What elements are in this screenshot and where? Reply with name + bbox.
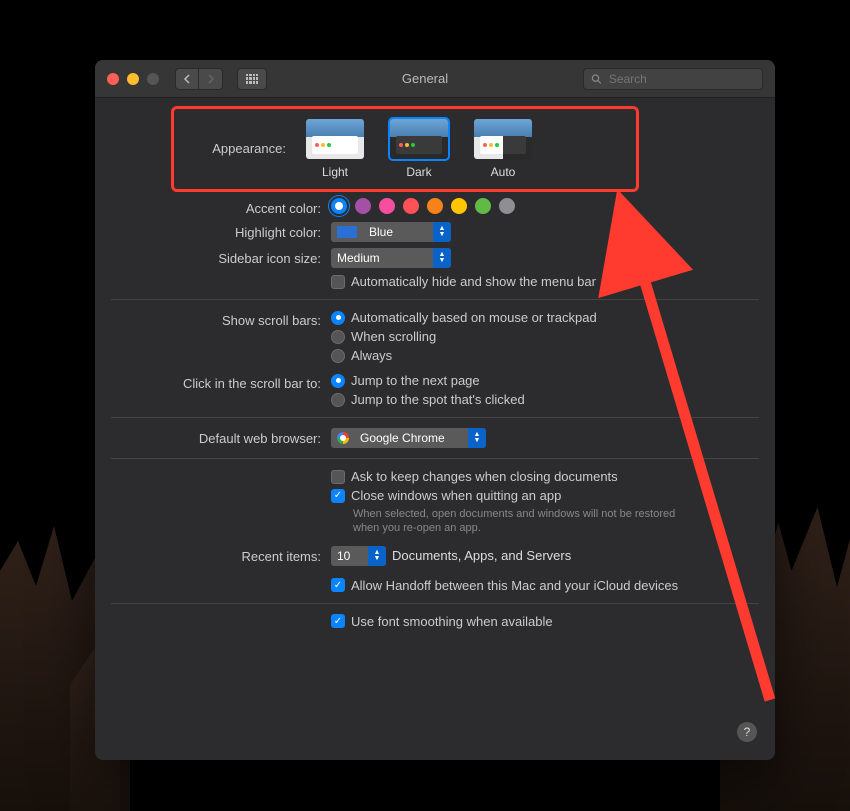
chevron-updown-icon: ▲▼ [433, 222, 451, 242]
scrollclick-option[interactable]: Jump to the next page [331, 373, 759, 388]
zoom-window-button[interactable] [147, 73, 159, 85]
accent-color-swatch[interactable] [475, 198, 491, 214]
default-browser-label: Default web browser: [111, 428, 331, 446]
radio-icon [331, 374, 345, 388]
recent-items-value: 10 [337, 549, 350, 563]
font-smoothing-label: Use font smoothing when available [351, 614, 553, 629]
traffic-lights [107, 73, 159, 85]
scrollbars-option[interactable]: Always [331, 348, 759, 363]
radio-icon [331, 349, 345, 363]
handoff-label: Allow Handoff between this Mac and your … [351, 578, 678, 593]
scrollclick-label: Click in the scroll bar to: [111, 373, 331, 391]
highlight-color-dropdown[interactable]: Blue ▲▼ [331, 222, 451, 242]
scrollbars-option[interactable]: Automatically based on mouse or trackpad [331, 310, 759, 325]
menubar-autohide-label: Automatically hide and show the menu bar [351, 274, 596, 289]
appearance-option-auto[interactable]: Auto [472, 117, 534, 179]
appearance-highlight-annotation: Appearance: Light Dark Auto [171, 106, 639, 192]
default-browser-value: Google Chrome [360, 431, 445, 445]
chevron-updown-icon: ▲▼ [368, 546, 386, 566]
appearance-option-label: Auto [491, 165, 516, 179]
appearance-option-label: Dark [406, 165, 431, 179]
checkbox-icon [331, 470, 345, 484]
grid-icon [246, 74, 258, 84]
appearance-option-dark[interactable]: Dark [388, 117, 450, 179]
close-windows-note: When selected, open documents and window… [353, 507, 693, 536]
window-title: General [275, 71, 575, 86]
accent-color-swatch[interactable] [355, 198, 371, 214]
content-pane: Appearance: Light Dark Auto Accent color… [95, 98, 775, 760]
chevron-updown-icon: ▲▼ [433, 248, 451, 268]
scrollbars-option[interactable]: When scrolling [331, 329, 759, 344]
radio-icon [331, 330, 345, 344]
close-window-button[interactable] [107, 73, 119, 85]
highlight-color-value: Blue [369, 225, 393, 239]
back-button[interactable] [175, 68, 199, 90]
radio-icon [331, 393, 345, 407]
ask-keep-changes-checkbox[interactable]: Ask to keep changes when closing documen… [331, 469, 759, 484]
preferences-window: General Appearance: Light Dark Auto [95, 60, 775, 760]
radio-icon [331, 311, 345, 325]
chevron-updown-icon: ▲▼ [468, 428, 486, 448]
minimize-window-button[interactable] [127, 73, 139, 85]
accent-color-swatches [331, 198, 759, 214]
scrollbars-option-label: Always [351, 348, 392, 363]
checkbox-icon [331, 275, 345, 289]
scrollclick-option[interactable]: Jump to the spot that's clicked [331, 392, 759, 407]
chrome-icon [337, 432, 349, 444]
recent-items-suffix: Documents, Apps, and Servers [392, 548, 571, 563]
help-button[interactable]: ? [737, 722, 757, 742]
checkbox-icon: ✓ [331, 614, 345, 628]
show-all-button[interactable] [237, 68, 267, 90]
recent-items-label: Recent items: [111, 546, 331, 564]
scrollbars-label: Show scroll bars: [111, 310, 331, 328]
appearance-option-light[interactable]: Light [304, 117, 366, 179]
accent-color-swatch[interactable] [427, 198, 443, 214]
accent-color-swatch[interactable] [379, 198, 395, 214]
checkbox-icon: ✓ [331, 578, 345, 592]
accent-color-swatch[interactable] [499, 198, 515, 214]
menubar-autohide-checkbox[interactable]: Automatically hide and show the menu bar [331, 274, 759, 289]
recent-items-dropdown[interactable]: 10 ▲▼ [331, 546, 386, 566]
accent-color-swatch[interactable] [403, 198, 419, 214]
appearance-options: Light Dark Auto [304, 117, 534, 179]
sidebar-size-label: Sidebar icon size: [111, 248, 331, 266]
sidebar-size-value: Medium [337, 251, 380, 265]
color-swatch-icon [337, 226, 357, 238]
accent-color-swatch[interactable] [331, 198, 347, 214]
close-windows-checkbox[interactable]: ✓ Close windows when quitting an app [331, 488, 759, 503]
accent-color-swatch[interactable] [451, 198, 467, 214]
search-field[interactable] [583, 68, 763, 90]
search-icon [591, 73, 602, 85]
sidebar-size-dropdown[interactable]: Medium ▲▼ [331, 248, 451, 268]
font-smoothing-checkbox[interactable]: ✓ Use font smoothing when available [331, 614, 759, 629]
default-browser-dropdown[interactable]: Google Chrome ▲▼ [331, 428, 486, 448]
appearance-option-label: Light [322, 165, 348, 179]
scrollbars-option-label: Automatically based on mouse or trackpad [351, 310, 597, 325]
search-input[interactable] [607, 71, 755, 87]
checkbox-icon: ✓ [331, 489, 345, 503]
forward-button[interactable] [199, 68, 223, 90]
close-windows-label: Close windows when quitting an app [351, 488, 561, 503]
titlebar: General [95, 60, 775, 98]
scrollclick-option-label: Jump to the spot that's clicked [351, 392, 525, 407]
ask-keep-changes-label: Ask to keep changes when closing documen… [351, 469, 618, 484]
accent-color-label: Accent color: [111, 198, 331, 216]
appearance-label: Appearance: [186, 141, 286, 156]
scrollclick-option-label: Jump to the next page [351, 373, 480, 388]
handoff-checkbox[interactable]: ✓ Allow Handoff between this Mac and you… [331, 578, 759, 593]
scrollbars-option-label: When scrolling [351, 329, 436, 344]
highlight-color-label: Highlight color: [111, 222, 331, 240]
